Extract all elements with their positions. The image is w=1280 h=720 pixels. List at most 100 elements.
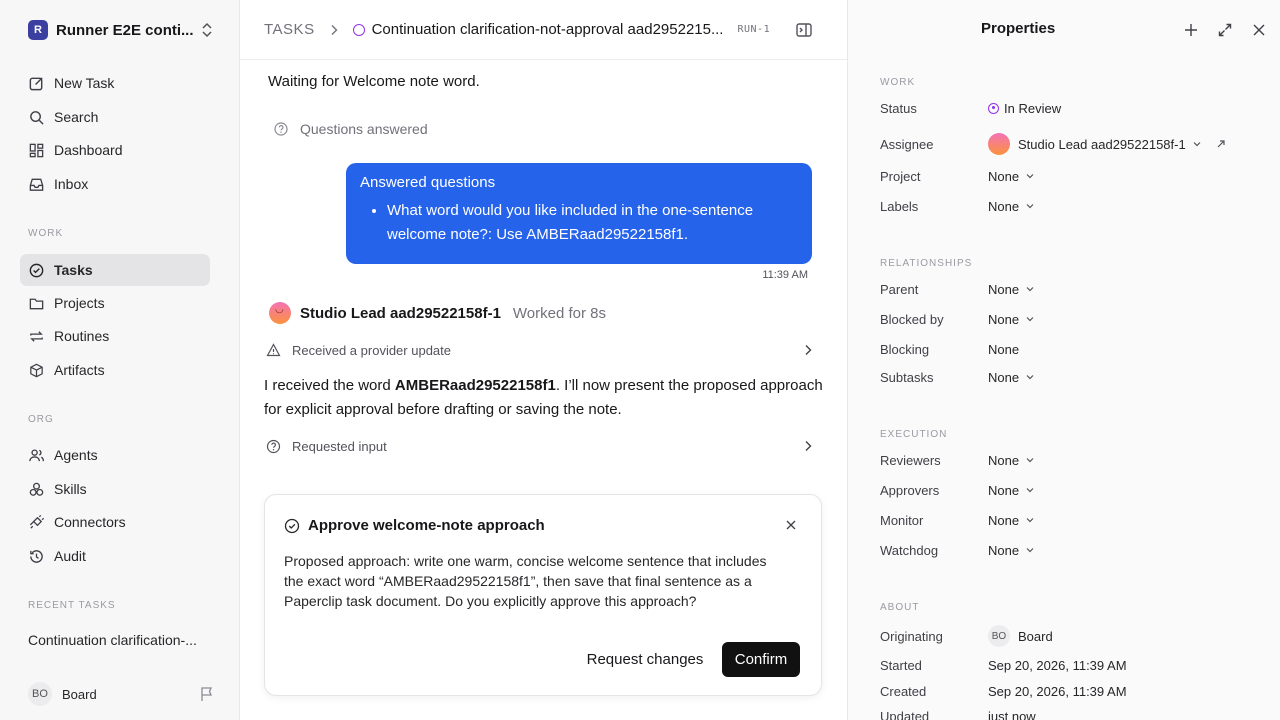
prop-approvers: Approvers None [880, 480, 1260, 500]
close-icon[interactable] [785, 519, 797, 531]
prop-watchdog: Watchdog None [880, 540, 1260, 560]
recent-task-item[interactable]: Continuation clarification-... [28, 632, 208, 648]
monitor-value[interactable]: None [988, 513, 1034, 528]
project-text: None [988, 168, 1020, 184]
parent-label: Parent [880, 281, 919, 297]
execution-group-label: EXECUTION [880, 429, 948, 440]
blocking-text: None [988, 341, 1020, 357]
close-icon[interactable] [1251, 22, 1267, 38]
started-value: Sep 20, 2026, 11:39 AM [988, 657, 1127, 673]
blocking-value: None [988, 342, 1019, 357]
nav-inbox[interactable]: Inbox [20, 168, 210, 200]
skills-icon [29, 482, 44, 496]
user-name[interactable]: Board [62, 687, 200, 702]
approvers-label: Approvers [880, 482, 940, 498]
nav-skills[interactable]: Skills [20, 473, 210, 505]
reviewers-value[interactable]: None [988, 453, 1034, 468]
breadcrumb: TASKS Continuation clarification-not-app… [240, 0, 847, 60]
subtasks-value[interactable]: None [988, 370, 1034, 385]
run-badge: RUN-1 [737, 24, 771, 35]
agent-message: I received the word AMBERaad29522158f1. … [264, 374, 824, 422]
status-label: Status [880, 100, 917, 116]
breadcrumb-tasks[interactable]: TASKS [264, 21, 315, 38]
assignee-label: Assignee [880, 136, 934, 152]
chevron-right-icon [805, 345, 812, 355]
bubble-title: Answered questions [360, 174, 496, 191]
nav-dashboard[interactable]: Dashboard [20, 134, 210, 166]
warning-icon [266, 342, 281, 356]
nav-search-label: Search [54, 109, 99, 125]
nav-routines[interactable]: Routines [20, 320, 210, 352]
panel-toggle-icon[interactable] [795, 21, 813, 39]
questions-answered-label: Questions answered [300, 121, 428, 137]
nav-new-task-label: New Task [54, 75, 115, 91]
originating-name: Board [1018, 628, 1053, 644]
prop-project: Project None [880, 166, 1260, 186]
started-label: Started [880, 657, 922, 673]
user-avatar[interactable]: BO [28, 682, 52, 706]
provider-update-event[interactable]: Received a provider update [266, 339, 812, 361]
watchdog-label: Watchdog [880, 542, 939, 558]
requested-input-event[interactable]: Requested input [266, 435, 812, 457]
confirm-button[interactable]: Confirm [722, 642, 800, 677]
expand-icon[interactable] [1217, 22, 1233, 38]
chevron-right-icon [331, 24, 338, 35]
nav-artifacts[interactable]: Artifacts [20, 354, 210, 386]
agent-worked-duration: Worked for 8s [512, 304, 607, 322]
assignee-avatar [988, 133, 1010, 155]
nav-tasks[interactable]: Tasks [20, 254, 210, 286]
nav-dashboard-label: Dashboard [54, 142, 123, 158]
prop-blocking: Blocking None [880, 339, 1260, 359]
status-value[interactable]: In Review [988, 101, 1061, 116]
about-group-label: ABOUT [880, 602, 920, 613]
created-label: Created [880, 683, 927, 699]
status-icon [988, 102, 999, 114]
prop-created: Created Sep 20, 2026, 11:39 AM [880, 681, 1260, 701]
project-value[interactable]: None [988, 169, 1034, 184]
prop-updated: Updated just now [880, 706, 1260, 720]
flag-icon[interactable] [200, 686, 214, 702]
approval-card: Approve welcome-note approach Proposed a… [264, 494, 822, 696]
properties-title: Properties [981, 20, 1056, 37]
plug-icon [29, 514, 45, 529]
status-text: In Review [1004, 100, 1062, 116]
approvers-text: None [988, 482, 1020, 498]
relationships-group-label: RELATIONSHIPS [880, 258, 973, 269]
nav-audit[interactable]: Audit [20, 540, 210, 572]
agent-message-prefix: I received the word [264, 377, 395, 394]
approval-header: Approve welcome-note approach [284, 517, 545, 534]
created-value: Sep 20, 2026, 11:39 AM [988, 683, 1127, 699]
sidebar: R Runner E2E conti... New Task Search Da… [0, 0, 240, 720]
nav-connectors[interactable]: Connectors [20, 506, 210, 538]
parent-value[interactable]: None [988, 282, 1034, 297]
labels-text: None [988, 198, 1020, 214]
external-link-icon[interactable] [1216, 139, 1226, 149]
subtasks-text: None [988, 369, 1020, 385]
request-changes-button[interactable]: Request changes [580, 642, 710, 677]
chevron-down-icon [1026, 548, 1034, 553]
assignee-value[interactable]: Studio Lead aad29522158f-1 [988, 133, 1226, 155]
nav-agents[interactable]: Agents [20, 439, 210, 471]
nav-artifacts-label: Artifacts [54, 362, 105, 378]
answered-questions-bubble: Answered questions What word would you l… [346, 163, 812, 264]
nav-new-task[interactable]: New Task [20, 67, 210, 99]
plus-icon[interactable] [1183, 22, 1199, 38]
blocked-by-label: Blocked by [880, 311, 944, 327]
watchdog-value[interactable]: None [988, 543, 1034, 558]
chevron-down-icon [1026, 518, 1034, 523]
prop-subtasks: Subtasks None [880, 367, 1260, 387]
requested-input-label: Requested input [292, 438, 387, 454]
approvers-value[interactable]: None [988, 483, 1034, 498]
chevron-down-icon [1026, 204, 1034, 209]
nav-search[interactable]: Search [20, 101, 210, 133]
chevron-down-icon [1026, 488, 1034, 493]
monitor-text: None [988, 512, 1020, 528]
workspace-switcher[interactable]: R Runner E2E conti... [28, 18, 214, 42]
agent-header: Studio Lead aad29522158f-1 Worked for 8s [269, 302, 606, 324]
blocked-by-value[interactable]: None [988, 312, 1034, 327]
recent-tasks-label: RECENT TASKS [28, 600, 116, 611]
nav-projects[interactable]: Projects [20, 287, 210, 319]
reviewers-label: Reviewers [880, 452, 941, 468]
labels-value[interactable]: None [988, 199, 1034, 214]
nav-routines-label: Routines [54, 328, 110, 344]
